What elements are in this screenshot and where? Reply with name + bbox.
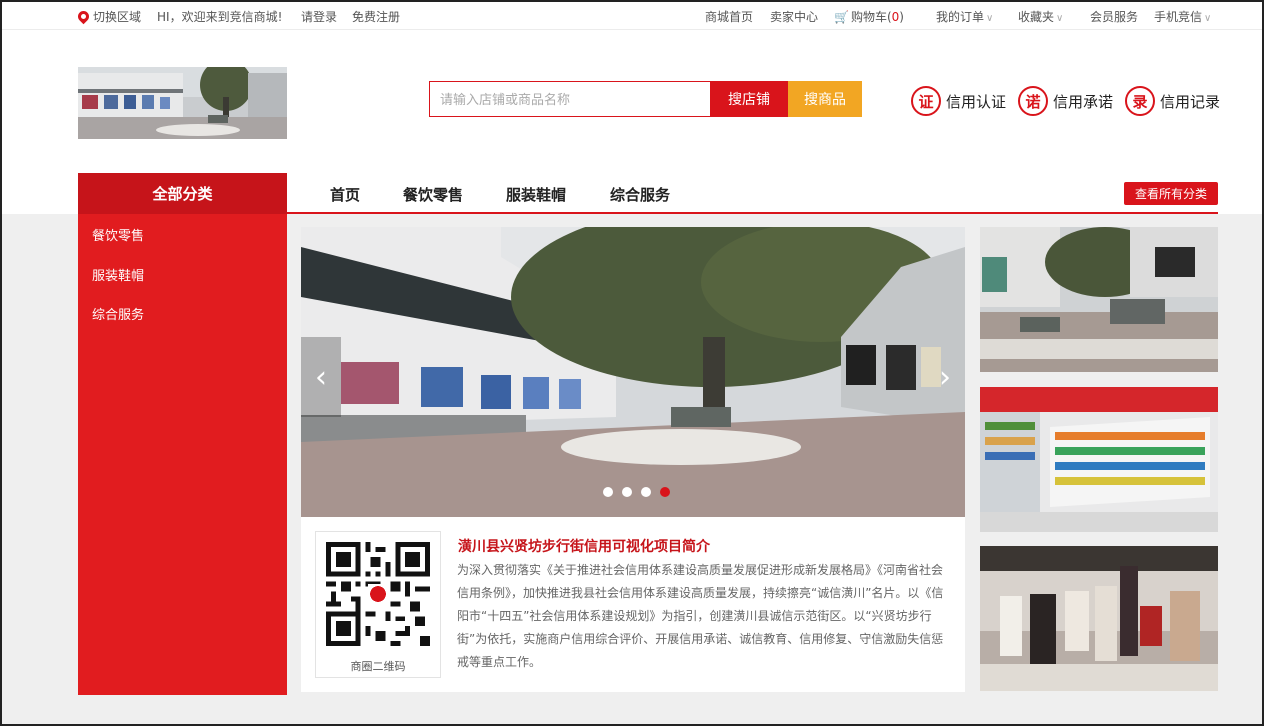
project-intro-card: 商圈二维码 潢川县兴贤坊步行街信用可视化项目简介 为深入贯彻落实《关于推进社会信…	[301, 517, 965, 692]
search-goods-button[interactable]: 搜商品	[788, 81, 862, 117]
logo-street-image	[78, 67, 287, 139]
plaza-photo-image	[980, 227, 1218, 372]
login-link[interactable]: 请登录	[301, 8, 337, 25]
search-input[interactable]	[429, 81, 711, 117]
cart-icon: 🛒	[834, 10, 849, 24]
carousel-indicators	[603, 487, 670, 497]
certificate-badge-icon: 证	[911, 86, 941, 116]
member-service-link[interactable]: 会员服务	[1090, 8, 1138, 25]
credit-record[interactable]: 录 信用记录	[1125, 86, 1220, 116]
nav-item-food-retail[interactable]: 餐饮零售	[403, 184, 463, 205]
mall-home-link[interactable]: 商城首页	[705, 8, 753, 25]
carousel-next-arrow-icon[interactable]: ›	[925, 337, 965, 417]
credit-certification[interactable]: 证 信用认证	[911, 86, 1006, 116]
favorites-link[interactable]: 收藏夹 ∨	[1018, 8, 1063, 25]
promise-badge-icon: 诺	[1018, 86, 1048, 116]
qr-code-caption: 商圈二维码	[350, 660, 406, 673]
carousel-dot[interactable]	[641, 487, 651, 497]
category-sidebar: 餐饮零售 服装鞋帽 综合服务	[78, 214, 287, 695]
carousel-dot-active[interactable]	[660, 487, 670, 497]
clothing-store-photo-image	[980, 546, 1218, 691]
thumbnail-plaza[interactable]	[980, 227, 1218, 372]
sidebar-item-food-retail[interactable]: 餐饮零售	[92, 225, 144, 244]
top-bar: 切换区域 HI，欢迎来到竞信商城! 请登录 免费注册 商城首页 卖家中心 🛒 购物…	[2, 2, 1262, 30]
mobile-link[interactable]: 手机竞信 ∨	[1154, 8, 1211, 25]
intro-title[interactable]: 潢川县兴贤坊步行街信用可视化项目简介	[458, 536, 710, 556]
carousel-prev-arrow-icon[interactable]: ‹	[301, 337, 341, 417]
supermarket-photo-image	[980, 387, 1218, 532]
view-all-categories-button[interactable]: 查看所有分类	[1124, 182, 1218, 205]
my-orders-link[interactable]: 我的订单 ∨	[936, 8, 993, 25]
carousel-dot[interactable]	[603, 487, 613, 497]
banner-carousel[interactable]: ‹ ›	[301, 227, 965, 517]
register-link[interactable]: 免费注册	[352, 8, 400, 25]
nav-item-apparel[interactable]: 服装鞋帽	[506, 184, 566, 205]
street-scene-image	[301, 227, 965, 517]
intro-text: 为深入贯彻落实《关于推进社会信用体系建设高质量发展促进形成新发展格局》《河南省社…	[457, 563, 944, 669]
region-switch[interactable]: 切换区域	[75, 8, 141, 25]
record-badge-icon: 录	[1125, 86, 1155, 116]
chevron-down-icon: ∨	[1056, 13, 1064, 24]
qr-code-box: 商圈二维码	[315, 531, 441, 678]
site-logo[interactable]	[78, 67, 287, 139]
nav-item-services[interactable]: 综合服务	[610, 184, 670, 205]
thumbnail-supermarket[interactable]	[980, 387, 1218, 532]
chevron-down-icon: ∨	[986, 13, 994, 24]
chevron-down-icon: ∨	[1204, 13, 1212, 24]
thumbnail-clothing-store[interactable]	[980, 546, 1218, 691]
nav-item-home[interactable]: 首页	[330, 184, 360, 205]
cart-link[interactable]: 🛒 购物车(0)	[834, 8, 904, 25]
seller-center-link[interactable]: 卖家中心	[770, 8, 818, 25]
credit-commitment[interactable]: 诺 信用承诺	[1018, 86, 1113, 116]
search-shop-button[interactable]: 搜店铺	[710, 81, 788, 117]
nav-underline	[287, 212, 1218, 214]
qr-code-icon	[326, 542, 430, 646]
carousel-dot[interactable]	[622, 487, 632, 497]
sidebar-item-apparel[interactable]: 服装鞋帽	[92, 265, 144, 284]
page-frame: 切换区域 HI，欢迎来到竞信商城! 请登录 免费注册 商城首页 卖家中心 🛒 购物…	[0, 0, 1264, 726]
all-categories-header[interactable]: 全部分类	[78, 173, 287, 214]
sidebar-item-services[interactable]: 综合服务	[92, 304, 144, 323]
location-pin-icon	[75, 8, 92, 25]
welcome-text: HI，欢迎来到竞信商城!	[157, 10, 283, 24]
